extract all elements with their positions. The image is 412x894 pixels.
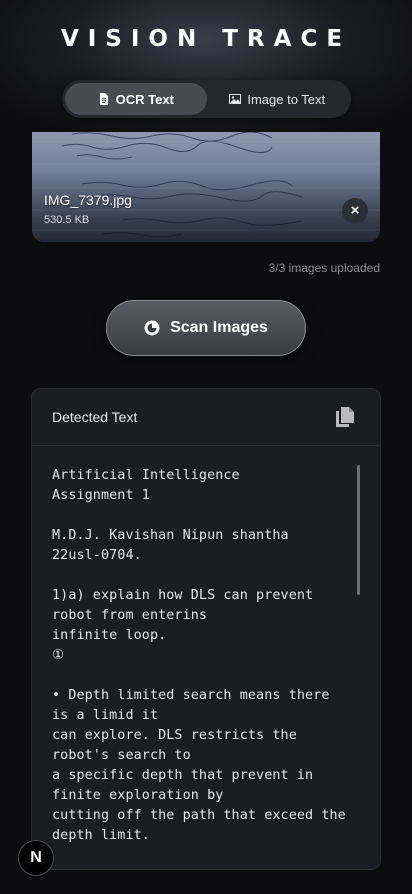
mode-tabs: OCR Text Image to Text <box>62 80 351 118</box>
scan-images-label: Scan Images <box>170 319 268 336</box>
scan-icon <box>144 320 160 336</box>
file-size: 530.5 KB <box>44 214 90 226</box>
detected-text-content: Artificial Intelligence Assignment 1 M.D… <box>52 468 346 843</box>
app-title: VISION TRACE <box>60 26 352 52</box>
close-icon: × <box>350 202 360 219</box>
header-backdrop <box>0 0 412 150</box>
document-icon <box>99 93 108 105</box>
tab-image-to-text[interactable]: Image to Text <box>207 83 349 115</box>
remove-image-button[interactable]: × <box>342 198 368 224</box>
file-name: IMG_7379.jpg <box>44 192 132 208</box>
detected-text-area[interactable]: Artificial Intelligence Assignment 1 M.D… <box>32 446 380 866</box>
detected-text-card: Detected Text Artificial Intelligence As… <box>31 388 381 870</box>
copy-icon[interactable] <box>336 407 354 427</box>
detected-text-header: Detected Text <box>32 389 380 446</box>
upload-count: 3/3 images uploaded <box>268 261 380 275</box>
scan-images-button[interactable]: Scan Images <box>106 300 306 356</box>
tab-ocr-text[interactable]: OCR Text <box>65 83 207 115</box>
tab-image-to-text-label: Image to Text <box>247 91 326 107</box>
detected-text-title: Detected Text <box>52 409 138 425</box>
tab-ocr-text-label: OCR Text <box>115 91 174 107</box>
image-icon <box>229 94 242 104</box>
app-badge[interactable]: N <box>18 840 54 876</box>
text-scrollbar[interactable] <box>357 465 360 595</box>
image-preview-card[interactable]: IMG_7379.jpg 530.5 KB × <box>32 132 380 242</box>
